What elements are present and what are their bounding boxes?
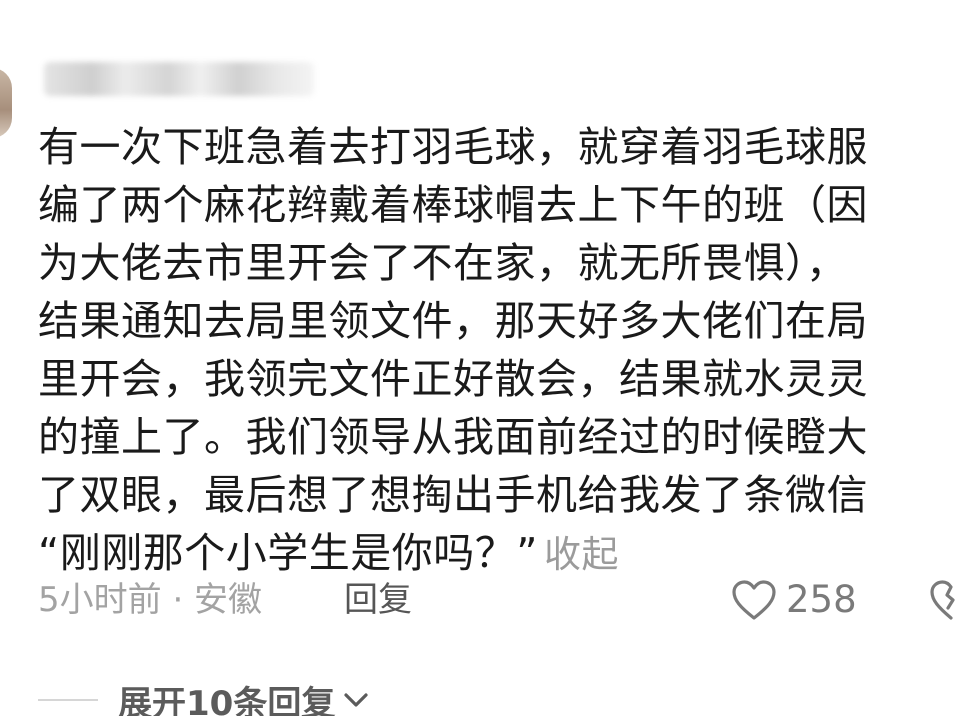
comment-line: 编了两个麻花辫戴着棒球帽去上下午的班（因 bbox=[38, 181, 868, 229]
heart-outline-icon bbox=[732, 580, 776, 620]
comment-line: 为大佬去市里开会了不在家，就无所畏惧）， bbox=[38, 239, 848, 287]
collapse-link[interactable]: 收起 bbox=[544, 533, 619, 576]
like-count: 258 bbox=[786, 578, 857, 621]
avatar[interactable] bbox=[0, 68, 12, 138]
comment-line: 的撞上了。我们领导从我面前经过的时候瞪大 bbox=[38, 413, 868, 461]
comment-page: ███ — █████ 有一次下班急着去打羽毛球，就穿着羽毛球服 编了两个麻花辫… bbox=[0, 0, 955, 716]
chevron-down-icon bbox=[344, 693, 368, 707]
comment-line: 结果通知去局里领文件，那天好多大佬们在局 bbox=[38, 297, 868, 345]
comment-line: “刚刚那个小学生是你吗？” bbox=[38, 529, 538, 577]
expand-replies-label: 展开10条回复 bbox=[118, 683, 336, 716]
comment-meta: 5小时前 · 安徽 回复 258 bbox=[38, 574, 955, 626]
broken-heart-icon[interactable] bbox=[928, 578, 955, 622]
comment-line: 有一次下班急着去打羽毛球，就穿着羽毛球服 bbox=[38, 123, 868, 171]
like-button[interactable]: 258 bbox=[730, 574, 857, 626]
timestamp-location: 5小时前 · 安徽 bbox=[38, 580, 263, 620]
comment-body: 有一次下班急着去打羽毛球，就穿着羽毛球服 编了两个麻花辫戴着棒球帽去上下午的班（… bbox=[38, 118, 950, 582]
divider bbox=[38, 699, 98, 701]
reply-button[interactable]: 回复 bbox=[344, 574, 412, 626]
comment-line: 了双眼，最后想了想掏出手机给我发了条微信 bbox=[38, 471, 868, 519]
expand-replies-row: 展开10条回复 bbox=[38, 678, 369, 716]
username-blurred[interactable]: ███ — █████ bbox=[44, 62, 314, 96]
comment-line: 里开会，我领完文件正好散会，结果就水灵灵 bbox=[38, 355, 868, 403]
expand-replies-button[interactable]: 展开10条回复 bbox=[118, 676, 369, 716]
